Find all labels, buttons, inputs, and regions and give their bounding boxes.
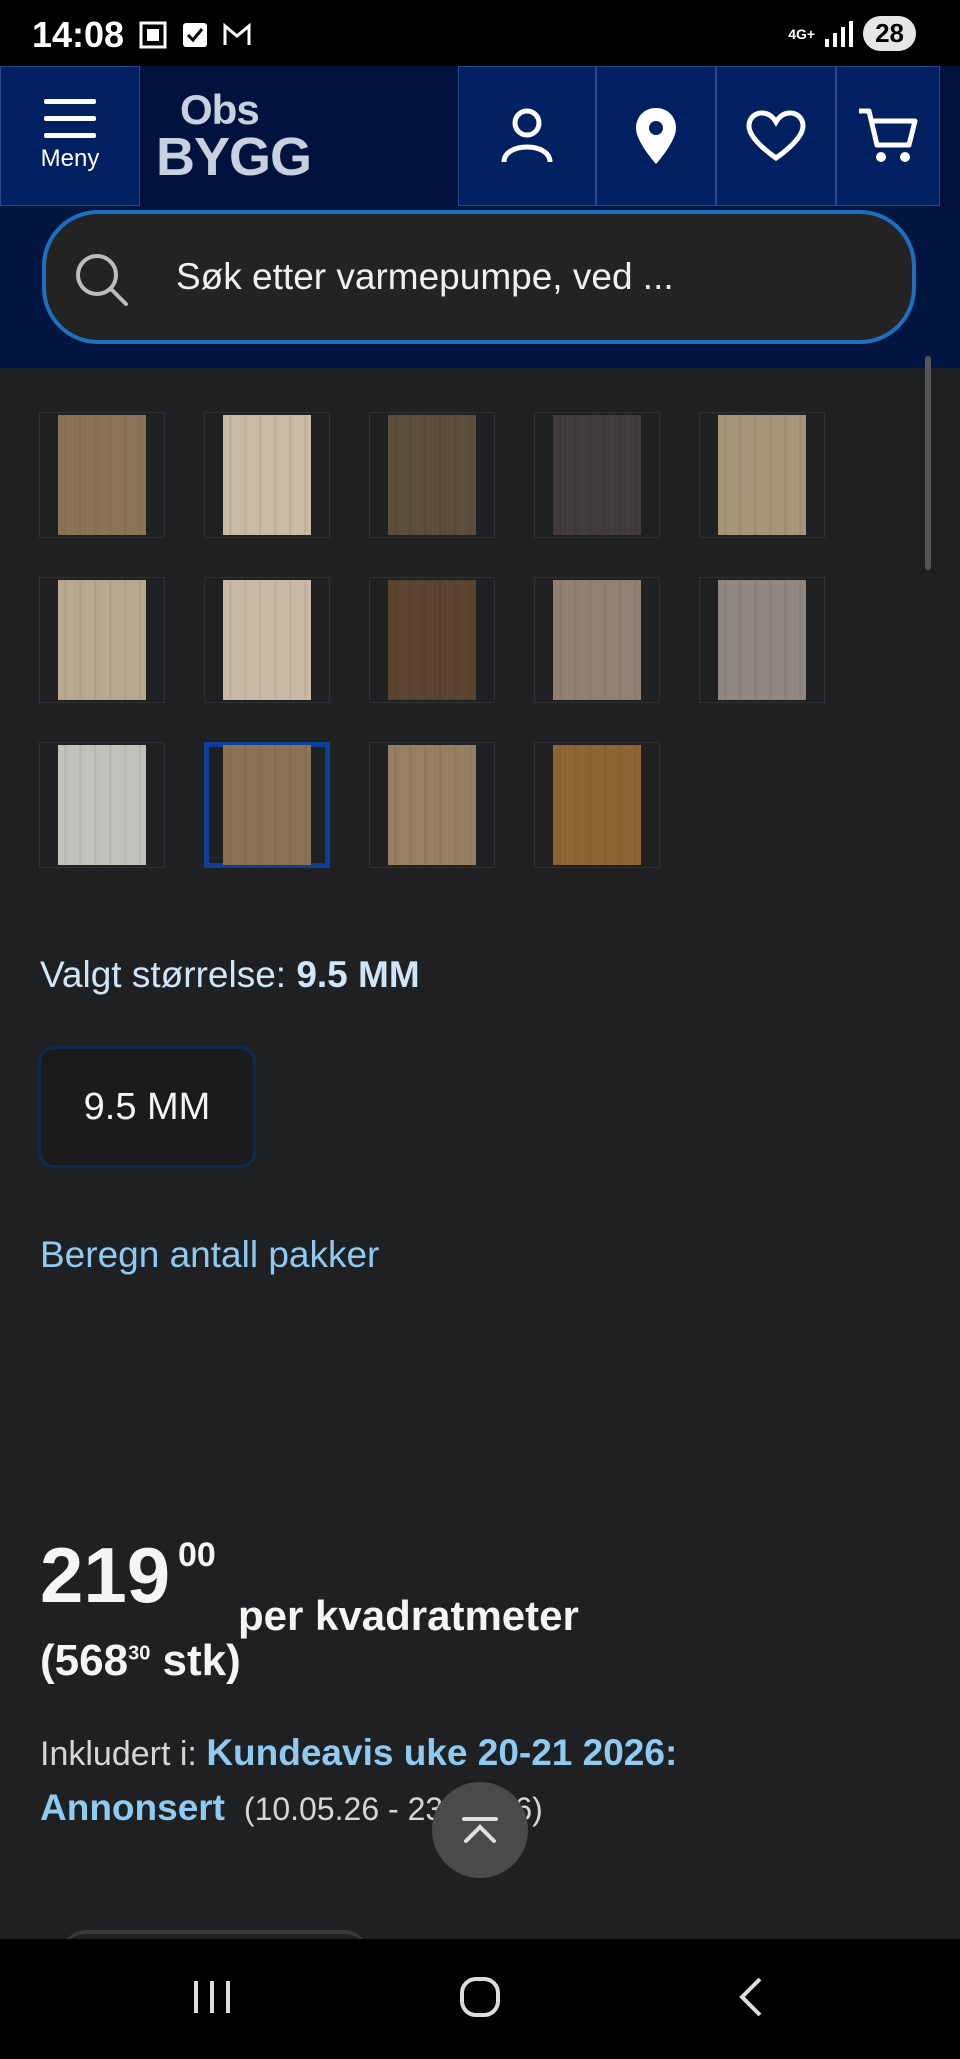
per-piece-decimals: 30 <box>128 1642 151 1665</box>
menu-label: Meny <box>40 145 100 172</box>
back-icon[interactable] <box>730 1975 774 2019</box>
color-swatch[interactable] <box>39 742 165 868</box>
swatch-texture <box>388 580 476 700</box>
color-swatch[interactable] <box>534 577 660 703</box>
swatch-texture <box>388 415 476 535</box>
system-navigation-bar <box>0 1939 960 2059</box>
color-swatch[interactable] <box>39 577 165 703</box>
color-swatch[interactable] <box>369 412 495 538</box>
site-header: Meny Obs BYGG <box>0 66 960 206</box>
price-per-piece: (56830 stk) <box>40 1636 241 1686</box>
search-input[interactable]: Søk etter varmepumpe, ved ... <box>42 210 916 344</box>
network-indicator: 4G+ <box>788 25 816 42</box>
checkbox-notification-icon <box>183 23 207 47</box>
heart-icon <box>746 110 806 162</box>
status-bar: 14:08 4G+ 28 <box>0 0 960 66</box>
account-button[interactable] <box>458 66 596 206</box>
scrollbar[interactable] <box>925 356 931 570</box>
color-swatch[interactable] <box>204 577 330 703</box>
swatch-texture <box>388 745 476 865</box>
menu-button[interactable]: Meny <box>0 66 140 206</box>
swatch-texture <box>718 415 806 535</box>
swatch-texture <box>223 745 311 865</box>
hamburger-icon <box>44 99 96 138</box>
search-placeholder: Søk etter varmepumpe, ved ... <box>176 256 674 297</box>
size-option-button[interactable]: 9.5 MM <box>38 1046 256 1168</box>
status-time: 14:08 <box>32 14 125 55</box>
search-icon <box>76 254 128 306</box>
price-integer: 219 <box>40 1531 171 1619</box>
per-piece-amount: (568 <box>40 1636 129 1685</box>
recent-apps-icon[interactable] <box>190 1975 234 2019</box>
swatch-texture <box>553 580 641 700</box>
screenshot-icon <box>139 21 167 49</box>
signal-icon <box>825 20 854 47</box>
location-pin-icon <box>636 108 676 164</box>
swatch-texture <box>58 745 146 865</box>
battery-indicator: 28 <box>863 16 916 51</box>
price: 219 00 per kvadratmeter <box>40 1536 579 1639</box>
color-swatch[interactable] <box>369 742 495 868</box>
swatch-texture <box>223 580 311 700</box>
scroll-to-top-button[interactable] <box>432 1782 528 1878</box>
obs-bygg-logo[interactable]: Obs BYGG <box>140 66 458 206</box>
cart-icon <box>859 108 918 162</box>
logo-line2: BYGG <box>156 127 312 187</box>
color-swatch[interactable] <box>534 412 660 538</box>
price-unit: per kvadratmeter <box>238 1592 579 1639</box>
color-swatch[interactable] <box>369 577 495 703</box>
swatch-texture <box>718 580 806 700</box>
swatch-texture <box>223 415 311 535</box>
color-swatch[interactable] <box>204 412 330 538</box>
swatch-texture <box>553 745 641 865</box>
selected-size-value: 9.5 MM <box>296 954 420 995</box>
campaign-type-link[interactable]: Annonsert <box>40 1787 225 1828</box>
store-locator-button[interactable] <box>596 66 716 206</box>
swatch-texture <box>58 580 146 700</box>
home-icon[interactable] <box>458 1975 502 2019</box>
campaign-link[interactable]: Kundeavis uke 20-21 2026: <box>206 1732 677 1773</box>
selected-size-label: Valgt størrelse: 9.5 MM <box>40 954 420 996</box>
color-swatch[interactable] <box>534 742 660 868</box>
price-decimals: 00 <box>178 1536 216 1574</box>
gmail-icon <box>223 22 251 45</box>
cart-button[interactable] <box>836 66 940 206</box>
chevron-up-icon <box>462 1817 498 1843</box>
per-piece-unit: stk) <box>150 1636 241 1685</box>
user-icon <box>501 108 553 163</box>
color-swatch[interactable] <box>39 412 165 538</box>
included-label: Inkludert i: <box>40 1735 207 1773</box>
swatch-texture <box>58 415 146 535</box>
color-swatch[interactable] <box>699 412 825 538</box>
selected-size-prefix: Valgt størrelse: <box>40 954 297 995</box>
wishlist-button[interactable] <box>716 66 836 206</box>
color-swatch[interactable] <box>204 742 330 868</box>
calculate-packages-link[interactable]: Beregn antall pakker <box>40 1234 379 1276</box>
swatch-texture <box>553 415 641 535</box>
color-swatch[interactable] <box>699 577 825 703</box>
